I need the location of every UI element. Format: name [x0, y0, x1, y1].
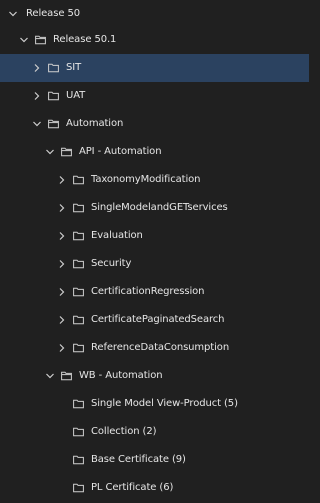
folder-icon — [73, 483, 84, 493]
tree-item-label: Evaluation — [91, 230, 143, 241]
chevron-down-icon[interactable] — [19, 35, 29, 45]
folder-icon — [48, 63, 59, 73]
tree-item-label: API - Automation — [79, 146, 162, 157]
chevron-right-icon[interactable] — [57, 259, 67, 269]
tree-item-pl-certificate[interactable]: PL Certificate (6) — [0, 474, 309, 502]
chevron-down-icon[interactable] — [8, 9, 18, 19]
tree-item-certificate-paginated-search[interactable]: CertificatePaginatedSearch — [0, 306, 309, 334]
folder-open-icon — [48, 119, 59, 129]
tree-item-label: SIT — [66, 62, 82, 73]
folder-icon — [73, 287, 84, 297]
chevron-down-icon[interactable] — [45, 371, 55, 381]
tree-item-label: Collection (2) — [91, 426, 157, 437]
chevron-down-icon[interactable] — [32, 119, 42, 129]
tree-item-label: Security — [91, 258, 132, 269]
tree-item-label: ReferenceDataConsumption — [91, 342, 230, 353]
tree-item-wb-automation[interactable]: WB - Automation — [0, 362, 309, 390]
tree-item-label: Automation — [66, 118, 124, 129]
tree-item-base-certificate[interactable]: Base Certificate (9) — [0, 446, 309, 474]
chevron-right-icon[interactable] — [32, 91, 42, 101]
chevron-right-icon[interactable] — [32, 63, 42, 73]
folder-icon — [48, 91, 59, 101]
chevron-right-icon[interactable] — [57, 315, 67, 325]
folder-icon — [73, 427, 84, 437]
tree-item-sit[interactable]: SIT — [0, 54, 309, 82]
folder-open-icon — [61, 147, 72, 157]
folder-icon — [73, 175, 84, 185]
folder-icon — [73, 259, 84, 269]
tree-item-label: Base Certificate (9) — [91, 454, 186, 465]
folder-open-icon — [61, 371, 72, 381]
tree-item-collection[interactable]: Collection (2) — [0, 418, 309, 446]
folder-icon — [73, 315, 84, 325]
tree-item-release-50[interactable]: Release 50 — [0, 0, 309, 28]
tree-item-label: TaxonomyModification — [91, 174, 201, 185]
tree-item-label: Single Model View-Product (5) — [91, 398, 238, 409]
tree-item-single-model-and-get-services[interactable]: SingleModelandGETservices — [0, 194, 309, 222]
tree-item-certification-regression[interactable]: CertificationRegression — [0, 278, 309, 306]
chevron-right-icon[interactable] — [57, 343, 67, 353]
tree-item-label: CertificationRegression — [91, 286, 205, 297]
tree-item-security[interactable]: Security — [0, 250, 309, 278]
folder-icon — [73, 399, 84, 409]
tree-item-label: PL Certificate (6) — [91, 482, 174, 493]
tree-item-label: UAT — [66, 90, 86, 101]
folder-tree: Release 50 Release 50.1 SIT UAT Automati… — [0, 0, 309, 503]
tree-item-label: WB - Automation — [79, 370, 163, 381]
tree-item-label: Release 50.1 — [53, 34, 117, 45]
chevron-right-icon[interactable] — [57, 231, 67, 241]
tree-item-taxonomy-modification[interactable]: TaxonomyModification — [0, 166, 309, 194]
chevron-right-icon[interactable] — [57, 203, 67, 213]
tree-item-evaluation[interactable]: Evaluation — [0, 222, 309, 250]
folder-icon — [73, 203, 84, 213]
tree-item-uat[interactable]: UAT — [0, 82, 309, 110]
folder-icon — [73, 455, 84, 465]
folder-icon — [73, 343, 84, 353]
chevron-down-icon[interactable] — [45, 147, 55, 157]
folder-open-icon — [35, 35, 46, 45]
tree-item-label: CertificatePaginatedSearch — [91, 314, 225, 325]
folder-icon — [73, 231, 84, 241]
tree-item-api-automation[interactable]: API - Automation — [0, 138, 309, 166]
chevron-right-icon[interactable] — [57, 287, 67, 297]
tree-item-single-model-view-product[interactable]: Single Model View-Product (5) — [0, 390, 309, 418]
chevron-right-icon[interactable] — [57, 175, 67, 185]
tree-item-label: Release 50 — [26, 8, 80, 19]
tree-item-release-50-1[interactable]: Release 50.1 — [0, 26, 309, 54]
tree-item-reference-data-consumption[interactable]: ReferenceDataConsumption — [0, 334, 309, 362]
tree-item-label: SingleModelandGETservices — [91, 202, 228, 213]
tree-item-automation[interactable]: Automation — [0, 110, 309, 138]
